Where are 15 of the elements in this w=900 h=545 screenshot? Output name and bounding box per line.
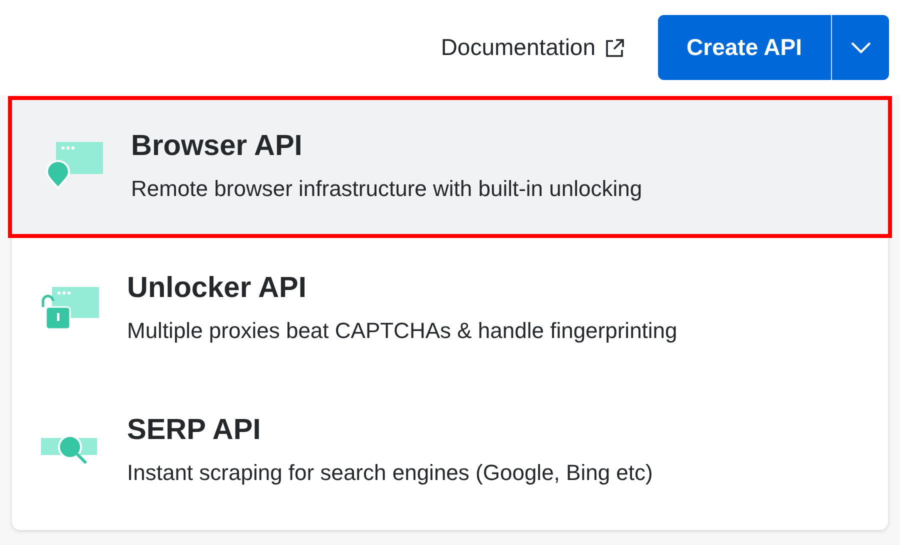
external-link-icon <box>604 36 626 58</box>
menu-item[interactable]: Browser API Remote browser infrastructure with built-in unlocking <box>8 96 892 238</box>
browser-padlock-icon <box>41 287 99 331</box>
menu-item-title: SERP API <box>127 413 262 447</box>
menu-item-description: Multiple proxies beat CAPTCHAs & handle fingerprinting <box>127 317 678 345</box>
menu-item-title: Unlocker API <box>127 271 308 305</box>
menu-item[interactable]: Unlocker API Multiple proxies beat CAPTCHAs & handle fingerprinting <box>12 238 888 380</box>
menu-item-description: Instant scraping for search engines (Google, Bing etc) <box>127 459 653 487</box>
menu-item-title: Browser API <box>131 129 304 163</box>
menu-item-description: Remote browser infrastructure with built-in unlocking <box>131 175 642 203</box>
create-api-button[interactable]: Create API <box>658 15 832 80</box>
browser-pin-icon <box>45 142 103 192</box>
chevron-down-icon <box>850 40 872 54</box>
documentation-link[interactable]: Documentation <box>440 30 626 65</box>
menu-item[interactable]: SERP API Instant scraping for search engines (Google, Bing etc) <box>12 380 888 522</box>
